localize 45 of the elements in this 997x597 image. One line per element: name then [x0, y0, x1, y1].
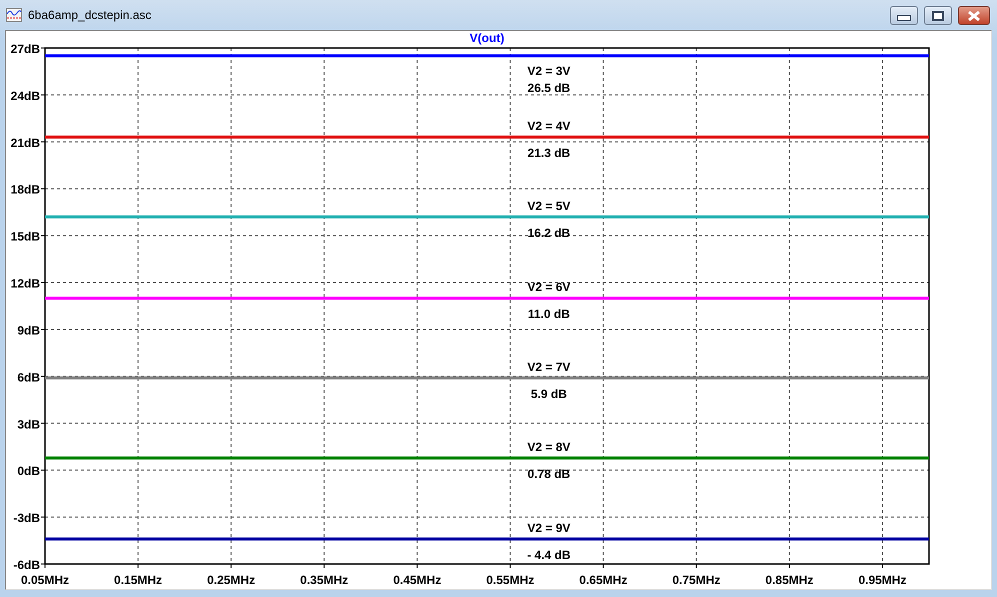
trace-value-label: 21.3 dB [528, 146, 570, 160]
y-tick-label: 9dB [17, 323, 40, 338]
y-tick-label: 27dB [10, 42, 40, 56]
y-tick-label: 6dB [17, 370, 40, 384]
trace-name: V2 = 4V [527, 119, 570, 134]
y-tick-label: 21dB [10, 136, 40, 150]
y-tick-label: 3dB [17, 417, 40, 432]
trace-value-label: 5.9 dB [530, 386, 567, 401]
close-button[interactable] [958, 6, 990, 25]
trace-name: V2 = 5V [527, 198, 570, 213]
minimize-icon [897, 15, 911, 21]
trace-name: V2 = 6V [527, 280, 570, 294]
trace-name: V2 = 9V [527, 520, 570, 535]
trace-value-label: 0.78 dB [528, 466, 570, 481]
x-tick-label: 0.45MHz [393, 573, 442, 587]
trace-value-label: 11.0 dB [528, 307, 570, 322]
maximize-button[interactable] [924, 6, 952, 25]
y-tick-label: 24dB [10, 88, 40, 103]
x-tick-label: 0.95MHz [858, 573, 906, 587]
close-icon [967, 10, 981, 20]
y-tick-label: 12dB [10, 276, 40, 291]
minimize-button[interactable] [890, 6, 918, 25]
x-tick-label: 0.25MHz [207, 573, 256, 587]
maximize-icon [932, 10, 944, 20]
x-tick-label: 0.65MHz [579, 573, 628, 587]
y-tick-label: -6dB [13, 558, 40, 572]
y-tick-label: 18dB [10, 182, 40, 197]
x-tick-label: 0.55MHz [486, 573, 534, 587]
y-tick-label: 0dB [17, 464, 40, 478]
y-tick-label: 15dB [10, 230, 40, 244]
trace-value-label: 26.5 dB [528, 80, 570, 95]
chart-title: V(out) [470, 31, 504, 45]
x-tick-label: 0.15MHz [114, 573, 162, 587]
trace-value-label: 16.2 dB [528, 226, 570, 240]
x-tick-label: 0.85MHz [765, 573, 814, 587]
y-tick-label: -3dB [13, 511, 40, 526]
trace-name: V2 = 3V [527, 64, 570, 78]
trace-name: V2 = 8V [527, 440, 570, 454]
x-tick-label: 0.35MHz [300, 573, 348, 587]
trace-name: V2 = 7V [527, 360, 570, 374]
x-tick-label: 0.05MHz [20, 573, 70, 587]
x-tick-label: 0.75MHz [672, 573, 720, 587]
waveform-icon [6, 8, 22, 22]
window-title: 6ba6amp_dcstepin.asc [28, 8, 152, 22]
trace-value-label: - 4.4 dB [527, 548, 571, 562]
